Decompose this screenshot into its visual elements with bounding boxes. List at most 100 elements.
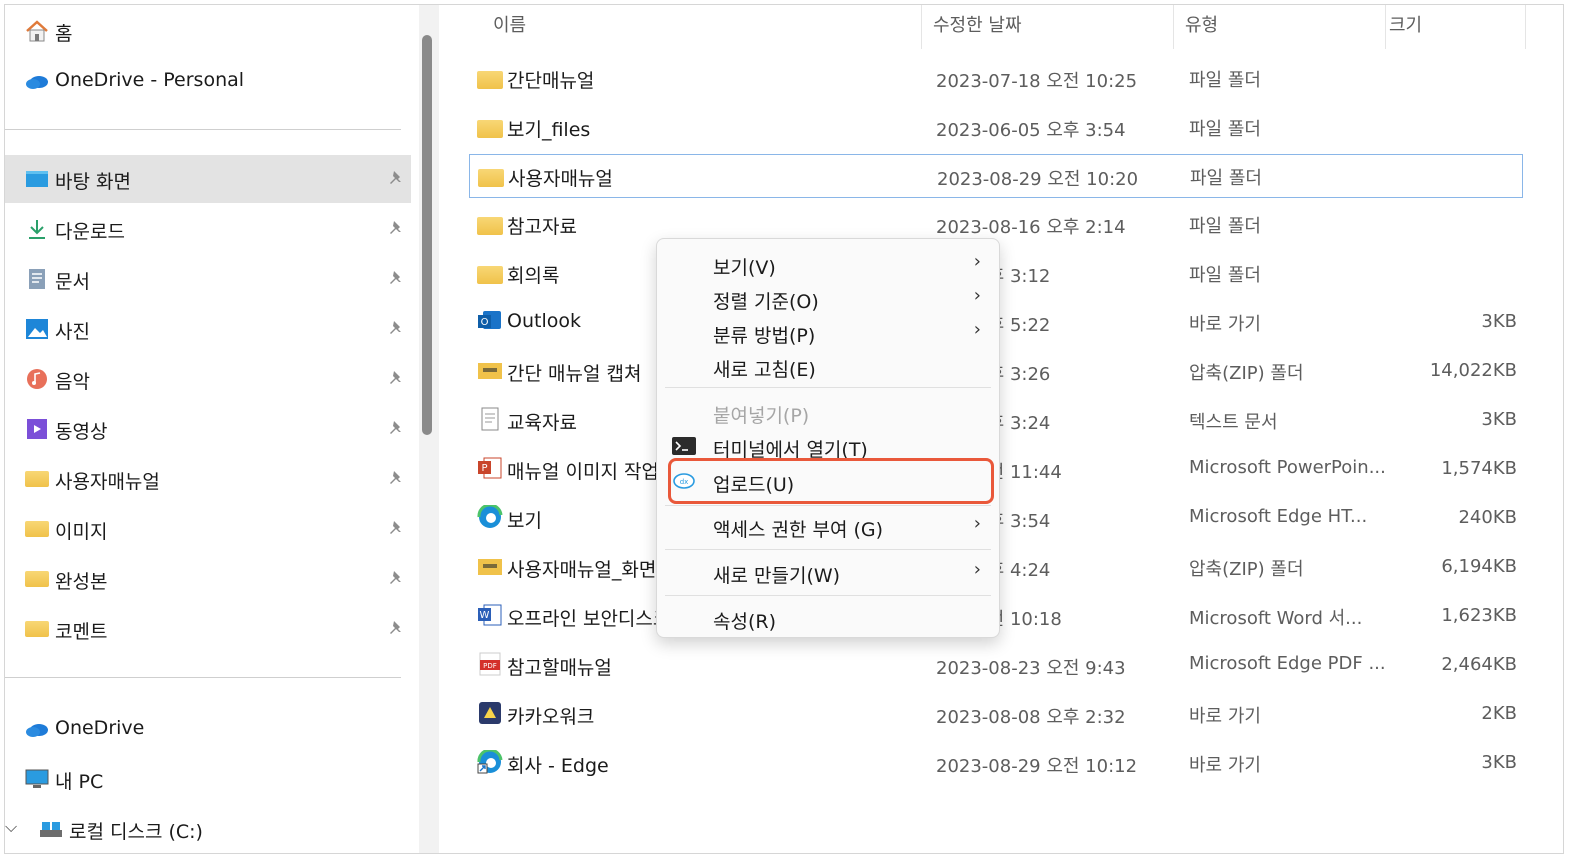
nav-pictures-label: 사진 [55, 321, 90, 343]
nav-documents[interactable]: 문서 [5, 255, 411, 303]
column-header-modified[interactable]: 수정한 날짜 [933, 11, 1022, 51]
nav-videos[interactable]: 동영상 [5, 405, 411, 453]
menu-item-paste: 붙여넣기(P) [657, 395, 999, 429]
file-row[interactable]: 보기_files 2023-06-05 오후 3:54 파일 폴더 [469, 106, 1523, 150]
file-type: Microsoft Word 서... [1189, 608, 1363, 629]
pin-icon[interactable] [389, 420, 405, 438]
pin-icon[interactable] [389, 520, 405, 538]
menu-item-view[interactable]: 보기(V) › [657, 247, 999, 281]
onedrive-cloud-icon [26, 724, 48, 737]
nav-pictures[interactable]: 사진 [5, 305, 411, 353]
nav-this-pc-label: 내 PC [55, 771, 104, 793]
menu-divider [665, 505, 991, 506]
column-header-size[interactable]: 크기 [1389, 11, 1422, 51]
nav-local-disk-label: 로컬 디스크 (C:) [69, 821, 203, 843]
chevron-down-icon[interactable]: ⌵ [5, 817, 17, 837]
column-header-name[interactable]: 이름 [493, 11, 526, 51]
nav-folder-user-manual[interactable]: 사용자매뉴얼 [5, 455, 411, 503]
folder-icon [477, 266, 503, 284]
divider [5, 129, 401, 130]
file-type: 텍스트 문서 [1189, 412, 1278, 433]
menu-item-label: 속성(R) [713, 611, 776, 633]
menu-item-label: 새로 만들기(W) [713, 565, 841, 587]
pc-icon [25, 769, 49, 788]
pictures-icon [26, 319, 48, 339]
nav-folder-comments[interactable]: 코멘트 [5, 605, 411, 653]
file-type: 바로 가기 [1189, 706, 1261, 727]
nav-folder-label: 코멘트 [55, 621, 108, 643]
nav-music[interactable]: 음악 [5, 355, 411, 403]
file-date: 2023-08-16 오후 2:14 [936, 217, 1126, 238]
nav-local-disk[interactable]: ⌵ 로컬 디스크 (C:) [5, 805, 411, 853]
nav-folder-final[interactable]: 완성본 [5, 555, 411, 603]
nav-folder-images[interactable]: 이미지 [5, 505, 411, 553]
pin-icon[interactable] [389, 170, 405, 188]
nav-documents-label: 문서 [55, 271, 90, 293]
word-icon: W [478, 604, 502, 626]
upload-highlight-box [668, 458, 994, 504]
navigation-pane: 홈 OneDrive - Personal 바탕 화면 다운로드 문서 사진 음… [5, 5, 417, 853]
file-name: 매뉴얼 이미지 작업 [507, 461, 659, 483]
sidebar-scrollbar-thumb[interactable] [422, 35, 432, 435]
file-size: 3KB [1481, 409, 1517, 430]
zip-folder-icon [478, 559, 502, 575]
column-divider[interactable] [1173, 5, 1174, 49]
kakaowork-icon [479, 702, 501, 724]
file-row[interactable]: 회사 - Edge 2023-08-29 오전 10:12 바로 가기 3KB [469, 742, 1523, 786]
folder-icon [477, 217, 503, 235]
powerpoint-icon: P [478, 457, 502, 479]
file-size: 1,574KB [1441, 458, 1517, 479]
pin-icon[interactable] [389, 470, 405, 488]
pin-icon[interactable] [389, 220, 405, 238]
file-name: 간단매뉴얼 [507, 70, 595, 92]
column-divider[interactable] [1525, 5, 1526, 49]
file-row-focused[interactable]: 사용자매뉴얼 2023-08-29 오전 10:20 파일 폴더 [469, 154, 1523, 198]
menu-item-label: 새로 고침(E) [713, 359, 816, 381]
menu-item-sort[interactable]: 정렬 기준(O) › [657, 281, 999, 315]
text-file-icon [481, 407, 499, 431]
nav-home[interactable]: 홈 [5, 7, 411, 55]
file-date: 2023-07-18 오전 10:25 [936, 71, 1138, 92]
column-header-type[interactable]: 유형 [1185, 11, 1218, 51]
nav-onedrive[interactable]: OneDrive [5, 705, 411, 753]
file-type: Microsoft Edge PDF ... [1189, 653, 1386, 674]
home-icon [26, 20, 48, 42]
nav-music-label: 음악 [55, 371, 90, 393]
svg-text:W: W [480, 610, 490, 621]
nav-videos-label: 동영상 [55, 421, 108, 443]
pin-icon[interactable] [389, 620, 405, 638]
menu-item-properties[interactable]: 속성(R) [657, 601, 999, 635]
nav-onedrive-personal[interactable]: OneDrive - Personal [5, 57, 411, 105]
nav-this-pc[interactable]: 내 PC [5, 755, 411, 803]
column-divider[interactable] [1385, 5, 1386, 49]
column-divider[interactable] [921, 5, 922, 49]
nav-downloads[interactable]: 다운로드 [5, 205, 411, 253]
pin-icon[interactable] [389, 270, 405, 288]
file-date: 2023-06-05 오후 3:54 [936, 120, 1126, 141]
edge-shortcut-icon [477, 750, 503, 774]
file-name: 보기 [507, 510, 542, 532]
menu-item-new[interactable]: 새로 만들기(W) › [657, 555, 999, 589]
document-icon [29, 269, 45, 289]
nav-desktop[interactable]: 바탕 화면 [5, 155, 411, 203]
svg-text:O: O [481, 317, 489, 328]
pin-icon[interactable] [389, 320, 405, 338]
pin-icon[interactable] [389, 570, 405, 588]
pdf-icon: PDF [479, 652, 501, 676]
edge-icon [477, 505, 503, 528]
pin-icon[interactable] [389, 370, 405, 388]
file-size: 3KB [1481, 752, 1517, 773]
menu-item-refresh[interactable]: 새로 고침(E) [657, 349, 999, 383]
nav-onedrive-personal-label: OneDrive - Personal [55, 69, 245, 91]
file-name: 회사 - Edge [507, 755, 609, 777]
menu-item-group[interactable]: 분류 방법(P) › [657, 315, 999, 349]
file-row[interactable]: 카카오워크 2023-08-08 오후 2:32 바로 가기 2KB [469, 693, 1523, 737]
file-type: 바로 가기 [1189, 314, 1261, 335]
menu-divider [665, 387, 991, 388]
file-row[interactable]: PDF 참고할매뉴얼 2023-08-23 오전 9:43 Microsoft … [469, 644, 1523, 688]
divider [5, 677, 401, 678]
file-row[interactable]: 간단매뉴얼 2023-07-18 오전 10:25 파일 폴더 [469, 57, 1523, 101]
file-date: 2023-08-29 오전 10:12 [936, 756, 1138, 777]
menu-item-give-access[interactable]: 액세스 권한 부여 (G) › [657, 509, 999, 543]
file-list: ⌃ 이름 수정한 날짜 유형 크기 간단매뉴얼 2023-07-18 오전 10… [445, 5, 1563, 853]
